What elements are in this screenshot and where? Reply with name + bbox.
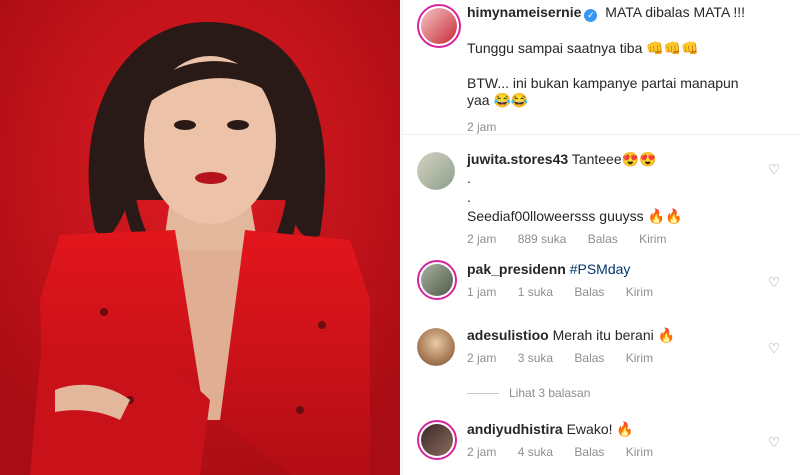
comment-meta: 2 jam 3 suka Balas Kirim <box>467 349 767 368</box>
comment-likes[interactable]: 1 suka <box>518 283 553 302</box>
commenter-avatar[interactable] <box>417 260 457 300</box>
send-button[interactable]: Kirim <box>626 443 653 462</box>
comment-body: pak_presidenn #PSMday 1 jam 1 suka Balas… <box>467 260 767 302</box>
reply-button[interactable]: Balas <box>574 283 604 302</box>
comment-body: juwita.stores43 Tanteee😍😍 . . Seediaf00l… <box>467 150 767 249</box>
send-button[interactable]: Kirim <box>639 230 666 249</box>
comment-meta: 2 jam 889 suka Balas Kirim <box>467 230 767 249</box>
comment-body: andiyudhistira Ewako! 🔥 2 jam 4 suka Bal… <box>467 420 767 462</box>
send-button[interactable]: Kirim <box>626 349 653 368</box>
view-replies-label: Lihat 3 balasan <box>509 386 591 400</box>
commenter-avatar-image <box>417 328 455 366</box>
comment-likes[interactable]: 889 suka <box>518 230 567 249</box>
commenter-username[interactable]: adesulistioo <box>467 327 549 343</box>
reply-button[interactable]: Balas <box>574 443 604 462</box>
like-heart-icon[interactable]: ♡ <box>767 275 781 289</box>
view-replies-button[interactable]: Lihat 3 balasan <box>467 386 590 400</box>
reply-button[interactable]: Balas <box>574 349 604 368</box>
author-username[interactable]: himynameisernie <box>467 4 581 20</box>
comment-likes[interactable]: 3 suka <box>518 349 553 368</box>
view-replies-line <box>467 393 499 395</box>
portrait-illustration <box>0 0 400 475</box>
comment-hashtag[interactable]: #PSMday <box>570 261 631 277</box>
comment-time[interactable]: 1 jam <box>467 283 496 302</box>
commenter-avatar-image <box>421 264 453 296</box>
comment-text-line-2: . <box>467 170 471 186</box>
caption-line-1: MATA dibalas MATA !!! <box>605 4 746 20</box>
post-caption: himynameisernie ✓ MATA dibalas MATA !!! T… <box>467 4 787 136</box>
comment-meta: 2 jam 4 suka Balas Kirim <box>467 443 767 462</box>
commenter-avatar[interactable] <box>417 420 457 460</box>
commenter-avatar[interactable] <box>417 328 455 366</box>
comment-text-line-4: Seediaf00lloweersss guuyss 🔥🔥 <box>467 208 683 224</box>
comment-text: Ewako! 🔥 <box>566 421 634 437</box>
commenter-username[interactable]: andiyudhistira <box>467 421 563 437</box>
commenter-username[interactable]: pak_presidenn <box>467 261 566 277</box>
like-heart-icon[interactable]: ♡ <box>767 341 781 355</box>
post-detail-panel: himynameisernie ✓ MATA dibalas MATA !!! T… <box>402 0 800 475</box>
caption-divider <box>403 134 800 135</box>
commenter-username[interactable]: juwita.stores43 <box>467 151 568 167</box>
comment-time[interactable]: 2 jam <box>467 349 496 368</box>
like-heart-icon[interactable]: ♡ <box>767 162 781 176</box>
send-button[interactable]: Kirim <box>626 283 653 302</box>
caption-line-2: Tunggu sampai saatnya tiba 👊👊👊 <box>467 40 699 56</box>
caption-line-3: BTW... ini bukan kampanye partai manapun… <box>467 75 739 108</box>
comment-text: Tanteee😍😍 <box>571 151 657 167</box>
verified-badge-icon: ✓ <box>584 9 598 22</box>
comment-text-line-3: . <box>467 189 471 205</box>
commenter-avatar-image <box>417 152 455 190</box>
commenter-avatar-image <box>421 424 453 456</box>
like-heart-icon[interactable]: ♡ <box>767 435 781 449</box>
author-avatar[interactable] <box>417 4 461 48</box>
post-photo[interactable] <box>0 0 400 475</box>
comment-time[interactable]: 2 jam <box>467 230 496 249</box>
commenter-avatar[interactable] <box>417 152 455 190</box>
reply-button[interactable]: Balas <box>588 230 618 249</box>
comment-body: adesulistioo Merah itu berani 🔥 2 jam 3 … <box>467 326 767 368</box>
comment-likes[interactable]: 4 suka <box>518 443 553 462</box>
author-avatar-image <box>421 8 457 44</box>
comment-meta: 1 jam 1 suka Balas Kirim <box>467 283 767 302</box>
comment-time[interactable]: 2 jam <box>467 443 496 462</box>
comment-text: Merah itu berani 🔥 <box>552 327 676 343</box>
